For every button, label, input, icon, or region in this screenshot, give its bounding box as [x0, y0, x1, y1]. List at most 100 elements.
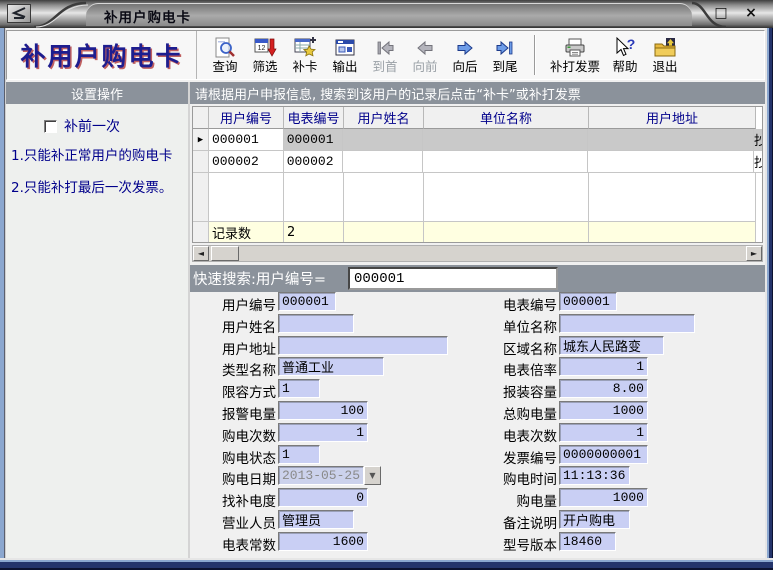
maximize-button[interactable]: □: [711, 4, 731, 22]
table-cell: [589, 173, 756, 222]
search-button[interactable]: 查询: [207, 35, 243, 75]
field-input-right-2[interactable]: [559, 336, 664, 355]
field-input-left-8[interactable]: [278, 466, 364, 485]
table-cell: [424, 173, 589, 222]
header-strip: 补用户购电卡 查询12筛选补卡 输出 到首 向前向后到尾 补打发票 ?帮助退出: [6, 30, 765, 80]
page-title: 补用户购电卡: [20, 37, 182, 73]
row-selector-cell: ▶: [193, 129, 209, 151]
invoice-button[interactable]: 补打发票: [547, 35, 603, 75]
scroll-left-button[interactable]: ◄: [193, 246, 209, 261]
field-input-right-9[interactable]: [559, 488, 648, 507]
field-label-left-5: 报警电量: [156, 403, 276, 423]
toolbar-button-label: 到首: [372, 60, 397, 74]
table-cell: [423, 129, 587, 151]
field-input-left-0[interactable]: [278, 292, 336, 311]
output-button[interactable]: 输出: [327, 35, 363, 75]
toolbar-separator: [534, 35, 536, 75]
first-button: 到首: [367, 35, 403, 75]
field-input-right-0[interactable]: [559, 292, 617, 311]
table-row[interactable]: ▶000001000001抄: [193, 129, 762, 151]
row-selector-cell: [193, 173, 209, 222]
sidebar-header: 设置操作: [6, 82, 188, 104]
field-input-left-10[interactable]: [278, 510, 354, 529]
field-input-left-4[interactable]: [278, 379, 320, 398]
column-header: 电表编号: [284, 107, 344, 129]
main-panel: 请根据用户申报信息, 搜索到该用户的记录后点击“补卡”或补打发票 用户编号电表编…: [190, 82, 765, 558]
table-cell: [344, 173, 424, 222]
field-input-right-11[interactable]: [559, 532, 616, 551]
table-row[interactable]: 000002000002抄: [193, 151, 762, 173]
close-button[interactable]: ×: [741, 4, 761, 22]
field-input-right-5[interactable]: [559, 401, 648, 420]
field-input-left-2[interactable]: [278, 336, 448, 355]
date-dropdown-button[interactable]: ▼: [364, 466, 381, 485]
horizontal-scrollbar[interactable]: ◄ ►: [192, 245, 763, 262]
invoice-icon: [563, 36, 587, 60]
field-label-left-6: 购电次数: [156, 425, 276, 445]
table-cell: [284, 173, 344, 222]
last-button[interactable]: 到尾: [487, 35, 523, 75]
card-button[interactable]: 补卡: [287, 35, 323, 75]
field-input-left-1[interactable]: [278, 314, 354, 333]
filter-button[interactable]: 12筛选: [247, 35, 283, 75]
help-button[interactable]: ?帮助: [607, 35, 643, 75]
prev-once-checkbox-row[interactable]: 补前一次: [44, 116, 120, 136]
window-border-right: [765, 28, 773, 570]
record-count-value: 2: [284, 222, 344, 243]
records-table: 用户编号电表编号用户姓名单位名称用户地址▶000001000001抄000002…: [192, 106, 763, 243]
table-cell: [343, 129, 423, 151]
prev-once-checkbox[interactable]: [44, 120, 57, 133]
table-cell: [588, 129, 754, 151]
column-header: 用户姓名: [344, 107, 424, 129]
toolbar: 查询12筛选补卡 输出 到首 向前向后到尾 补打发票 ?帮助退出: [197, 31, 764, 79]
output-icon: [333, 36, 357, 60]
field-input-left-9[interactable]: [278, 488, 368, 507]
scroll-right-button[interactable]: ►: [746, 246, 762, 261]
instruction-bar: 请根据用户申报信息, 搜索到该用户的记录后点击“补卡”或补打发票: [190, 82, 765, 104]
toolbar-button-label: 补卡: [292, 60, 317, 74]
app-logo-icon: [7, 4, 31, 23]
content: 设置操作 补前一次 1.只能补正常用户的购电卡 2.只能补打最后一次发票。 请根…: [6, 82, 765, 558]
field-input-left-3[interactable]: [278, 357, 384, 376]
table-cell: [424, 222, 589, 243]
first-icon: [373, 36, 397, 60]
field-input-left-11[interactable]: [278, 532, 368, 551]
field-label-left-9: 找补电度: [156, 490, 276, 510]
field-input-right-7[interactable]: [559, 445, 648, 464]
last-icon: [493, 36, 517, 60]
table-cell: [588, 151, 754, 173]
table-cell: 000002: [209, 151, 284, 173]
field-input-right-8[interactable]: [559, 466, 630, 485]
field-label-right-2: 区域名称: [437, 338, 557, 358]
field-input-left-5[interactable]: [278, 401, 368, 420]
field-input-left-7[interactable]: [278, 445, 320, 464]
field-input-right-4[interactable]: [559, 379, 648, 398]
svg-text:?: ?: [627, 36, 636, 52]
field-input-right-10[interactable]: [559, 510, 630, 529]
toolbar-button-label: 补打发票: [550, 60, 600, 74]
table-cell: [423, 151, 587, 173]
table-cell: [589, 222, 756, 243]
field-input-left-6[interactable]: [278, 423, 368, 442]
toolbar-button-label: 输出: [332, 60, 357, 74]
quick-search-label: 快速搜索:用户编号=: [193, 268, 326, 289]
next-button[interactable]: 向后: [447, 35, 483, 75]
field-input-right-3[interactable]: [559, 357, 648, 376]
exit-button[interactable]: 退出: [647, 35, 683, 75]
table-cell: [343, 151, 423, 173]
search-icon: [213, 36, 237, 60]
prev-icon: [413, 36, 437, 60]
field-label-right-0: 电表编号: [437, 294, 557, 314]
table-footer-row: 记录数2: [193, 222, 762, 243]
filter-icon: 12: [253, 36, 277, 60]
record-count-label: 记录数: [209, 222, 284, 243]
scrollbar-thumb[interactable]: [211, 246, 239, 261]
field-input-right-6[interactable]: [559, 423, 648, 442]
quick-search-bar: 快速搜索:用户编号=: [190, 265, 765, 292]
quick-search-input[interactable]: [348, 267, 558, 290]
field-label-right-1: 单位名称: [437, 316, 557, 336]
sidebar-note-1: 1.只能补正常用户的购电卡: [11, 144, 172, 164]
toolbar-button-label: 向前: [412, 60, 437, 74]
toolbar-button-label: 到尾: [492, 60, 517, 74]
field-input-right-1[interactable]: [559, 314, 695, 333]
